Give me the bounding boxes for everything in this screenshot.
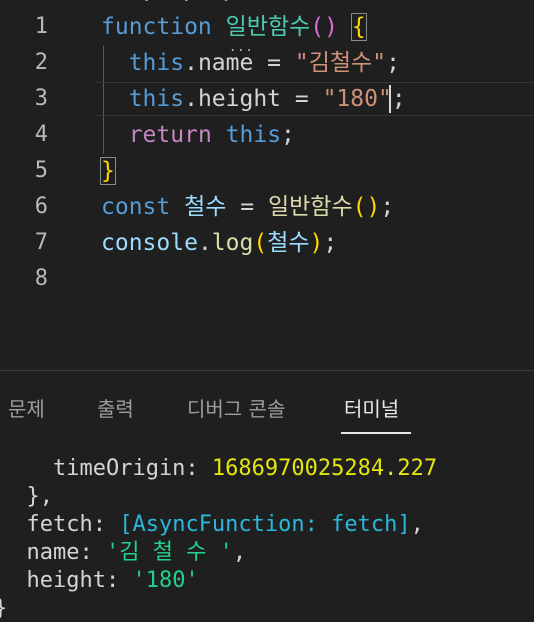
code-line-5[interactable]: 5 } <box>0 153 534 189</box>
terminal-key: timeOrigin: <box>0 456 212 481</box>
tab-problems[interactable]: 문제 <box>8 389 45 429</box>
terminal-key: height: <box>0 568 133 593</box>
panel-tabs: 문제 출력 디버그 콘솔 터미널 <box>0 389 534 437</box>
semicolon: ; <box>386 50 400 76</box>
this-keyword: this <box>128 50 185 76</box>
tab-output[interactable]: 출력 <box>97 389 134 429</box>
tab-debug-console[interactable]: 디버그 콘솔 <box>187 389 285 429</box>
terminal-line-1: timeOrigin: 1686970025284.227 <box>0 455 437 483</box>
code-line-2[interactable]: 2 this.name = "김철수"; <box>0 45 534 81</box>
string-literal: "180" <box>322 86 392 112</box>
terminal-string: '180' <box>132 568 199 593</box>
open-brace: { <box>350 13 367 41</box>
terminal-key: fetch: <box>0 512 120 537</box>
line-number-1: 1 <box>34 14 48 39</box>
console-object: console <box>101 230 198 256</box>
terminal-comma: , <box>232 540 247 565</box>
semicolon: ; <box>281 122 295 148</box>
semicolon: ; <box>380 194 395 220</box>
text-cursor <box>389 85 391 113</box>
this-keyword: this <box>128 86 185 112</box>
code-line-6[interactable]: 6 const 철수 = 일반함수(); <box>0 189 534 225</box>
paren-open: ( <box>253 230 268 256</box>
bottom-panel: 문제 출력 디버그 콘솔 터미널 timeOrigin: 16869700252… <box>0 370 534 622</box>
variable-name: 철수 <box>170 194 227 220</box>
property-assign: .height = <box>184 86 323 112</box>
terminal-string: '김 철 수 ' <box>105 540 233 565</box>
terminal-line-4: name: '김 철 수 ', <box>0 539 246 567</box>
property-assign: .name = <box>184 50 295 76</box>
active-tab-indicator <box>341 432 411 434</box>
line-number-4: 4 <box>34 122 48 147</box>
argument: 철수 <box>267 230 310 256</box>
paren: () <box>310 14 338 40</box>
return-keyword: return <box>128 122 212 148</box>
semicolon: ; <box>323 230 338 256</box>
tab-terminal[interactable]: 터미널 <box>344 389 399 429</box>
terminal-comma: , <box>410 512 424 537</box>
line-number-6: 6 <box>34 194 48 219</box>
terminal-line-2: }, <box>0 484 53 509</box>
code-editor[interactable]: · · · ... 1 function 일반함수() { 2 this.nam… <box>0 0 534 370</box>
keyword-function: function <box>101 14 212 40</box>
this-keyword: this <box>225 122 282 148</box>
string-literal: "김철수" <box>294 50 387 76</box>
code-line-7[interactable]: 7 console.log(철수); <box>0 225 534 261</box>
dot: . <box>197 230 212 256</box>
code-line-4[interactable]: 4 return this; <box>0 117 534 153</box>
log-method: log <box>211 230 254 256</box>
terminal-line-6: } <box>0 595 7 622</box>
line-number-5: 5 <box>34 158 48 183</box>
paren-close: ) <box>309 230 324 256</box>
const-keyword: const <box>101 194 171 220</box>
line-number-8: 8 <box>34 266 48 291</box>
line-number-3: 3 <box>34 86 48 111</box>
terminal-line-5: height: '180' <box>0 567 199 595</box>
code-line-8[interactable]: 8 <box>0 261 534 297</box>
semicolon: ; <box>391 86 406 112</box>
function-call: 일반함수 <box>267 194 353 220</box>
line-number-2: 2 <box>34 50 48 75</box>
terminal-key: name: <box>0 540 106 565</box>
equals: = <box>226 194 268 220</box>
function-name: 일반함수 <box>225 14 311 40</box>
terminal-line-3: fetch: [AsyncFunction: fetch], <box>0 511 424 539</box>
line-number-7: 7 <box>34 230 48 255</box>
close-brace: } <box>100 157 116 185</box>
code-line-3[interactable]: 3 this.height = "180"; <box>0 81 534 117</box>
terminal-function: [AsyncFunction: fetch] <box>119 512 411 537</box>
paren: () <box>352 194 381 220</box>
terminal-number: 1686970025284.227 <box>211 456 438 481</box>
code-line-1[interactable]: 1 function 일반함수() { <box>0 9 534 45</box>
